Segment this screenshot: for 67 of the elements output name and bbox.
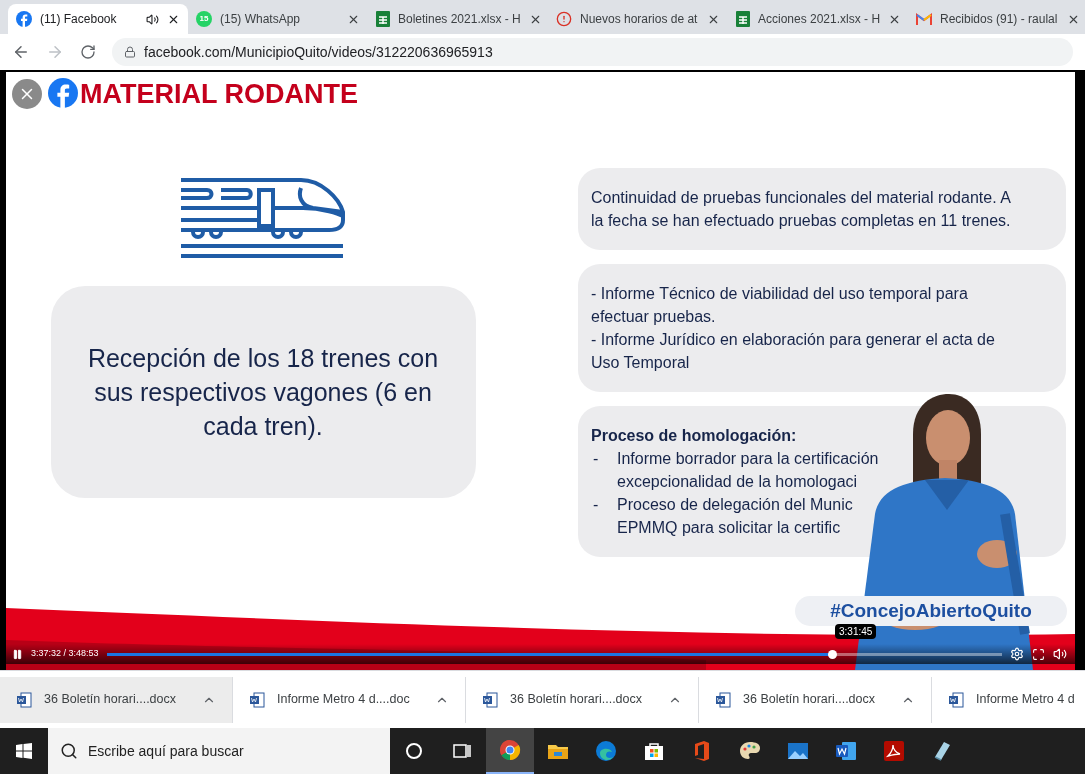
download-item[interactable]: 36 Boletín horari....docx <box>466 676 699 723</box>
spreadsheet-icon <box>376 11 390 27</box>
browser-tab[interactable]: 15 (15) WhatsApp <box>188 4 368 34</box>
scrubber-handle[interactable] <box>827 649 837 659</box>
slide-text: Informe borrador para la certificación excepcionalidad de la homologaci <box>617 449 879 492</box>
slide-text: Continuidad de pruebas funcionales del material rodante. A la fecha se han efectuado pruebas completas en 11 trenes. <box>591 188 1012 231</box>
slide-title: MATERIAL RODANTE <box>80 77 358 111</box>
download-filename: 36 Boletín horari....docx <box>44 691 178 709</box>
close-button[interactable] <box>12 79 42 109</box>
word-document-icon <box>715 691 731 708</box>
mail-icon <box>916 13 932 25</box>
download-item[interactable]: 36 Boletín horari....docx <box>0 676 233 723</box>
facebook-icon <box>16 11 32 27</box>
settings-icon[interactable] <box>1010 647 1024 661</box>
tab-title: (11) Facebook <box>40 11 118 28</box>
browser-tab[interactable]: Acciones 2021.xlsx - H <box>728 4 908 34</box>
word-document-icon <box>482 691 498 708</box>
spreadsheet-icon <box>736 11 750 27</box>
chat-badge-icon: 15 <box>196 11 212 27</box>
progress-track[interactable] <box>106 652 1002 656</box>
tab-title: Recibidos (91) - raulal <box>940 11 1059 28</box>
bullet-dash: - <box>592 449 600 469</box>
download-item[interactable]: Informe Metro 4 d <box>932 676 1085 723</box>
slide-text: Proceso de delegación del Munic EPMMQ para solicitar la certific <box>617 495 853 538</box>
back-icon[interactable] <box>12 43 30 61</box>
tab-title: Nuevos horarios de at <box>580 11 699 28</box>
download-filename: Informe Metro 4 d....doc <box>277 691 411 709</box>
hashtag-banner: #ConcejoAbiertoQuito <box>795 596 1067 626</box>
browser-tab[interactable]: Nuevos horarios de at <box>548 4 728 34</box>
pause-icon[interactable] <box>12 648 23 660</box>
pdf-icon <box>882 739 906 763</box>
edge-icon <box>594 739 618 763</box>
download-filename: 36 Boletín horari....docx <box>510 691 644 709</box>
browser-tab[interactable]: Recibidos (91) - raulal <box>908 4 1085 34</box>
reload-icon[interactable] <box>80 44 96 60</box>
word-document-icon <box>249 691 265 708</box>
video-time: 3:37:32 / 3:48:53 <box>31 647 99 661</box>
bullet-dash: - <box>592 495 600 515</box>
slide-text: Recepción de los 18 trenes con sus respectivos vagones (6 en cada tren). <box>86 343 440 442</box>
tab-title: Acciones 2021.xlsx - H <box>758 11 881 28</box>
slide-heading: Proceso de homologación: <box>591 426 798 446</box>
download-item[interactable]: 36 Boletín horari....docx <box>699 676 932 723</box>
facebook-icon <box>48 78 78 108</box>
search-icon <box>60 742 78 760</box>
windows-start-icon[interactable] <box>16 743 32 759</box>
download-item[interactable]: Informe Metro 4 d....doc <box>233 676 466 723</box>
fullscreen-icon[interactable] <box>1032 647 1045 661</box>
url-text: facebook.com/MunicipioQuito/videos/312220636965913 <box>144 42 493 62</box>
hover-time-tooltip: 3:31:45 <box>835 624 877 639</box>
volume-icon[interactable] <box>1053 647 1067 661</box>
word-icon <box>834 739 858 763</box>
word-document-icon <box>16 691 32 708</box>
download-filename: 36 Boletín horari....docx <box>743 691 877 709</box>
tab-title: (15) WhatsApp <box>220 11 302 28</box>
lock-icon <box>124 46 136 58</box>
download-filename: Informe Metro 4 d <box>976 691 1076 709</box>
speaker-icon[interactable] <box>146 12 159 26</box>
address-bar[interactable]: facebook.com/MunicipioQuito/videos/312220636965913 <box>112 38 1073 66</box>
browser-tab[interactable]: (11) Facebook <box>8 4 188 34</box>
word-document-icon <box>948 691 964 708</box>
browser-tab[interactable]: Boletines 2021.xlsx - H <box>368 4 548 34</box>
slide-text: - Informe Técnico de viabilidad del uso temporal para efectuar pruebas. - Informe Jurídico en elaboración para generar el acta de Uso Temporal <box>591 284 996 373</box>
train-icon <box>181 178 345 260</box>
tab-title: Boletines 2021.xlsx - H <box>398 11 521 28</box>
alert-icon <box>556 11 572 27</box>
chrome-icon <box>498 738 522 762</box>
taskbar-search-field[interactable]: Escribe aquí para buscar <box>48 728 390 774</box>
